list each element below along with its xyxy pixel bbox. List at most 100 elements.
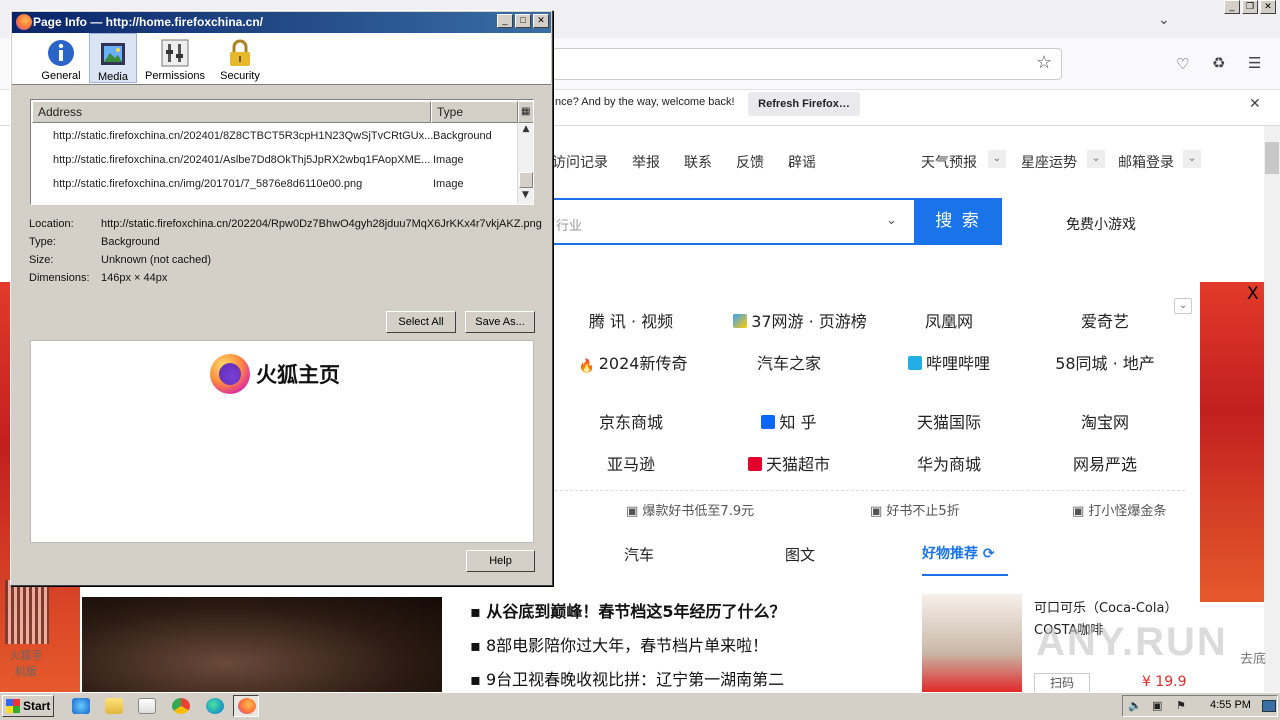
site-tmall-global[interactable]: 天猫国际 (874, 409, 1024, 433)
media-row-address[interactable]: http://static.firefoxchina.cn/img/201701… (53, 178, 362, 190)
network-icon[interactable]: ▣ (1152, 699, 1162, 712)
site-qq-video[interactable]: 腾 讯 · 视频 (556, 308, 706, 332)
scan-button[interactable]: 扫码 (1034, 673, 1090, 693)
scroll-down-icon[interactable]: ▼ (518, 190, 533, 200)
site-label: 58同城 · 地产 (1055, 354, 1155, 373)
search-input[interactable] (552, 198, 914, 245)
promo-game[interactable]: ▣ 打小怪爆金条 (1072, 500, 1166, 519)
bookmark-star-icon[interactable]: ☆ (1036, 52, 1052, 73)
weather-dropdown[interactable]: 天气预报 (921, 152, 977, 172)
media-list-scrollbar[interactable]: ▲ ▼ (517, 124, 533, 204)
promo-books[interactable]: ▣ 爆款好书低至7.9元 (626, 500, 754, 519)
nav-rumor-link[interactable]: 辟谣 (788, 152, 816, 172)
dialog-close-button[interactable]: ✕ (533, 14, 549, 28)
dialog-titlebar[interactable]: Page Info — http://home.firefoxchina.cn/ (12, 12, 551, 33)
column-header-address[interactable]: Address (32, 101, 431, 123)
select-all-button[interactable]: Select All (386, 311, 456, 333)
news-item[interactable]: ▪ 从谷底到巅峰！春节档这5年经历了什么？ (470, 598, 786, 622)
chrome-icon[interactable] (172, 698, 190, 714)
edge-icon[interactable] (206, 698, 224, 714)
column-header-type[interactable]: Type (431, 101, 518, 123)
media-row-type[interactable]: Background (433, 130, 492, 142)
media-icon (101, 43, 125, 65)
ie-icon[interactable] (72, 698, 90, 714)
site-jd[interactable]: 京东商城 (556, 409, 706, 433)
site-37wan[interactable]: 37网游 · 页游榜 (715, 308, 885, 332)
extensions-icon[interactable]: ♻ (1212, 54, 1225, 72)
nav-history-link[interactable]: 访问记录 (552, 152, 608, 172)
news-item[interactable]: ▪ 9台卫视春晚收视比拼：辽宁第一湖南第二 (470, 666, 784, 690)
site-huawei[interactable]: 华为商城 (874, 451, 1024, 475)
banner-close-button[interactable]: X (1247, 284, 1259, 304)
free-games-link[interactable]: 免费小游戏 (1066, 214, 1136, 234)
remove-background-label[interactable]: 去底 (1240, 648, 1266, 667)
media-list-scroll-thumb[interactable] (519, 172, 533, 188)
nav-contact-link[interactable]: 联系 (684, 152, 712, 172)
mobile-version-label[interactable]: 火狐手机版 (6, 648, 46, 680)
site-card-collapse-icon[interactable]: ⌄ (1174, 298, 1192, 314)
news-thumbnail[interactable] (82, 597, 442, 692)
horoscope-chevron-icon[interactable]: ⌄ (1087, 150, 1105, 168)
site-iqiyi[interactable]: 爱奇艺 (1030, 308, 1180, 332)
nav-report-link[interactable]: 举报 (632, 152, 660, 172)
tab-media[interactable]: Media (89, 33, 137, 83)
dialog-maximize-button[interactable]: □ (515, 14, 531, 28)
site-amazon[interactable]: 亚马逊 (556, 451, 706, 475)
weather-chevron-icon[interactable]: ⌄ (988, 150, 1006, 168)
column-picker-icon[interactable]: ▦ (518, 101, 533, 123)
tab-permissions[interactable]: Permissions (144, 33, 206, 83)
tab-security[interactable]: Security (216, 33, 264, 83)
search-engine-chevron-icon[interactable]: ⌄ (886, 213, 897, 228)
site-ifeng[interactable]: 凤凰网 (874, 308, 1024, 332)
site-autohome[interactable]: 汽车之家 (714, 350, 864, 374)
folder-icon[interactable] (105, 698, 123, 714)
close-window-button[interactable]: ✕ (1260, 0, 1276, 14)
media-row-type[interactable]: Image (433, 154, 464, 166)
volume-icon[interactable]: 🔈 (1128, 699, 1142, 712)
site-label: 华为商城 (916, 455, 981, 474)
minimize-button[interactable]: _ (1224, 0, 1240, 14)
horoscope-dropdown[interactable]: 星座运势 (1021, 152, 1077, 172)
news-item[interactable]: ▪ 8部电影陪你过大年，春节档片单来啦！ (470, 632, 768, 656)
site-58[interactable]: 58同城 · 地产 (1030, 350, 1180, 374)
dialog-window-controls: _ □ ✕ (497, 14, 549, 28)
site-bilibili[interactable]: 哔哩哔哩 (874, 350, 1024, 374)
refresh-firefox-button[interactable]: Refresh Firefox… (748, 92, 860, 116)
nav-feedback-link[interactable]: 反馈 (736, 152, 764, 172)
url-bar[interactable] (552, 48, 1062, 80)
menu-icon[interactable]: ☰ (1248, 54, 1261, 72)
product-image[interactable] (922, 594, 1022, 692)
media-player-icon[interactable] (138, 698, 156, 714)
restore-button[interactable]: ❐ (1242, 0, 1258, 14)
pocket-icon[interactable]: ♡ (1176, 55, 1189, 73)
mail-chevron-icon[interactable]: ⌄ (1183, 150, 1201, 168)
site-zhihu[interactable]: 知 乎 (714, 409, 864, 433)
dialog-tab-toolbar: General Media Permissions Security (12, 33, 551, 85)
media-list[interactable]: Address Type ▦ http://static.firefoxchin… (30, 99, 534, 205)
page-scrollbar[interactable] (1264, 126, 1280, 692)
help-button[interactable]: Help (466, 550, 535, 572)
notification-close-icon[interactable]: ✕ (1249, 96, 1261, 112)
site-yanxuan[interactable]: 网易严选 (1030, 451, 1180, 475)
page-scrollbar-thumb[interactable] (1265, 142, 1279, 174)
scroll-up-icon[interactable]: ▲ (518, 124, 533, 134)
list-tabs-chevron-icon[interactable]: ⌄ (1158, 12, 1170, 28)
flag-icon[interactable]: ⚑ (1176, 699, 1186, 712)
promo-books-discount[interactable]: ▣ 好书不止5折 (870, 500, 960, 519)
show-desktop-icon[interactable] (1262, 700, 1276, 712)
search-button[interactable]: 搜 索 (914, 198, 1002, 245)
media-row-type[interactable]: Image (433, 178, 464, 190)
dialog-minimize-button[interactable]: _ (497, 14, 513, 28)
media-row-address[interactable]: http://static.firefoxchina.cn/202401/8Z8… (53, 130, 433, 142)
hot-picks-title[interactable]: 好物推荐 ⟳ (922, 543, 995, 563)
site-taobao[interactable]: 淘宝网 (1030, 409, 1180, 433)
tab-cars[interactable]: 汽车 (624, 544, 654, 565)
tab-general[interactable]: General (39, 33, 83, 83)
site-legend-game[interactable]: 🔥 2024新传奇 (558, 350, 708, 374)
media-row-address[interactable]: http://static.firefoxchina.cn/202401/Asl… (53, 154, 430, 166)
site-tmall-market[interactable]: 天猫超市 (714, 451, 864, 475)
save-as-button[interactable]: Save As... (465, 311, 535, 333)
mail-login-dropdown[interactable]: 邮箱登录 (1118, 152, 1174, 172)
site-label: 哔哩哔哩 (925, 354, 990, 373)
tab-gallery[interactable]: 图文 (785, 544, 815, 565)
